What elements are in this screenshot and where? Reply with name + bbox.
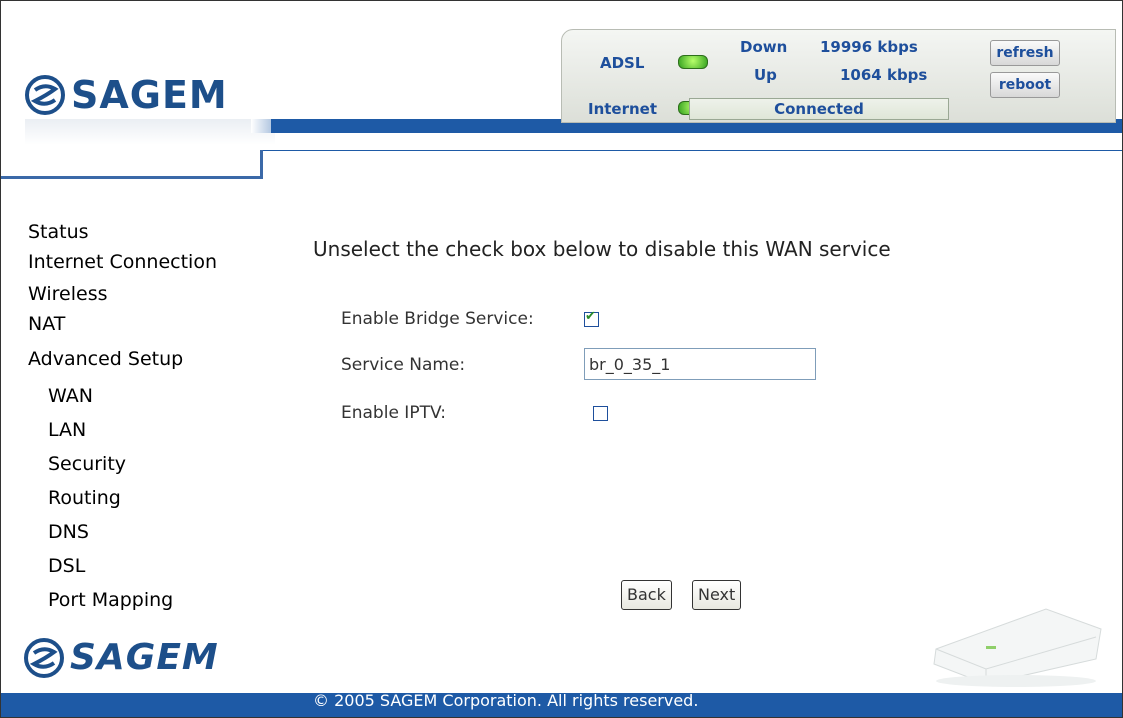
up-rate: 1064 kbps	[840, 66, 928, 84]
sidebar-item-port-mapping[interactable]: Port Mapping	[28, 583, 263, 617]
sidebar-item-dsl[interactable]: DSL	[28, 549, 263, 583]
sidebar-item-dns[interactable]: DNS	[28, 515, 263, 549]
connection-status: Connected	[689, 98, 949, 120]
sidebar-item-wan[interactable]: WAN	[28, 379, 263, 413]
router-illustration	[933, 608, 1102, 687]
sagem-logo-icon	[25, 75, 65, 115]
service-name-input[interactable]	[584, 348, 816, 380]
sidebar-item-wireless[interactable]: Wireless	[28, 279, 263, 309]
sidebar-item-advanced-setup[interactable]: Advanced Setup	[28, 339, 263, 379]
enable-bridge-label: Enable Bridge Service:	[341, 309, 534, 329]
enable-iptv-label: Enable IPTV:	[341, 403, 446, 423]
back-button[interactable]: Back	[621, 580, 672, 610]
reboot-button[interactable]: reboot	[990, 72, 1060, 98]
refresh-button[interactable]: refresh	[990, 40, 1060, 66]
enable-iptv-checkbox[interactable]	[593, 406, 608, 421]
down-rate: 19996 kbps	[820, 38, 918, 56]
sagem-logo-icon	[24, 637, 64, 678]
adsl-label: ADSL	[600, 54, 645, 72]
next-button[interactable]: Next	[692, 580, 742, 610]
service-name-label: Service Name:	[341, 355, 466, 375]
logo-reflection	[25, 119, 275, 145]
page-frame: SAGEM ADSL Down 19996 kbps Up 1064 kbps …	[0, 0, 1123, 718]
sidebar-item-internet-connection[interactable]: Internet Connection	[28, 245, 263, 279]
up-label: Up	[754, 66, 777, 84]
enable-bridge-checkbox[interactable]: ✔	[584, 309, 599, 327]
copyright-text: © 2005 SAGEM Corporation. All rights res…	[313, 691, 699, 710]
sidebar-corner	[260, 150, 263, 179]
header-divider	[263, 150, 1122, 151]
page-instruction: Unselect the check box below to disable …	[313, 237, 891, 261]
sidebar-item-status[interactable]: Status	[28, 219, 263, 245]
sidebar-item-nat[interactable]: NAT	[28, 309, 263, 339]
adsl-led-icon	[678, 55, 708, 69]
sidebar-item-security[interactable]: Security	[28, 447, 263, 481]
logo-text: SAGEM	[71, 73, 228, 117]
sagem-logo-bottom: SAGEM	[24, 637, 225, 678]
header: SAGEM ADSL Down 19996 kbps Up 1064 kbps …	[1, 1, 1122, 181]
sidebar-item-lan[interactable]: LAN	[28, 413, 263, 447]
sagem-logo: SAGEM	[25, 73, 228, 117]
sidebar-nav: Status Internet Connection Wireless NAT …	[28, 219, 263, 617]
sidebar-item-routing[interactable]: Routing	[28, 481, 263, 515]
logo-text: SAGEM	[70, 637, 219, 678]
internet-label: Internet	[588, 100, 658, 118]
checkmark-icon: ✔	[585, 309, 596, 324]
sidebar-top-line	[1, 176, 263, 179]
down-label: Down	[740, 38, 788, 56]
connection-status-panel: ADSL Down 19996 kbps Up 1064 kbps Intern…	[561, 29, 1116, 123]
